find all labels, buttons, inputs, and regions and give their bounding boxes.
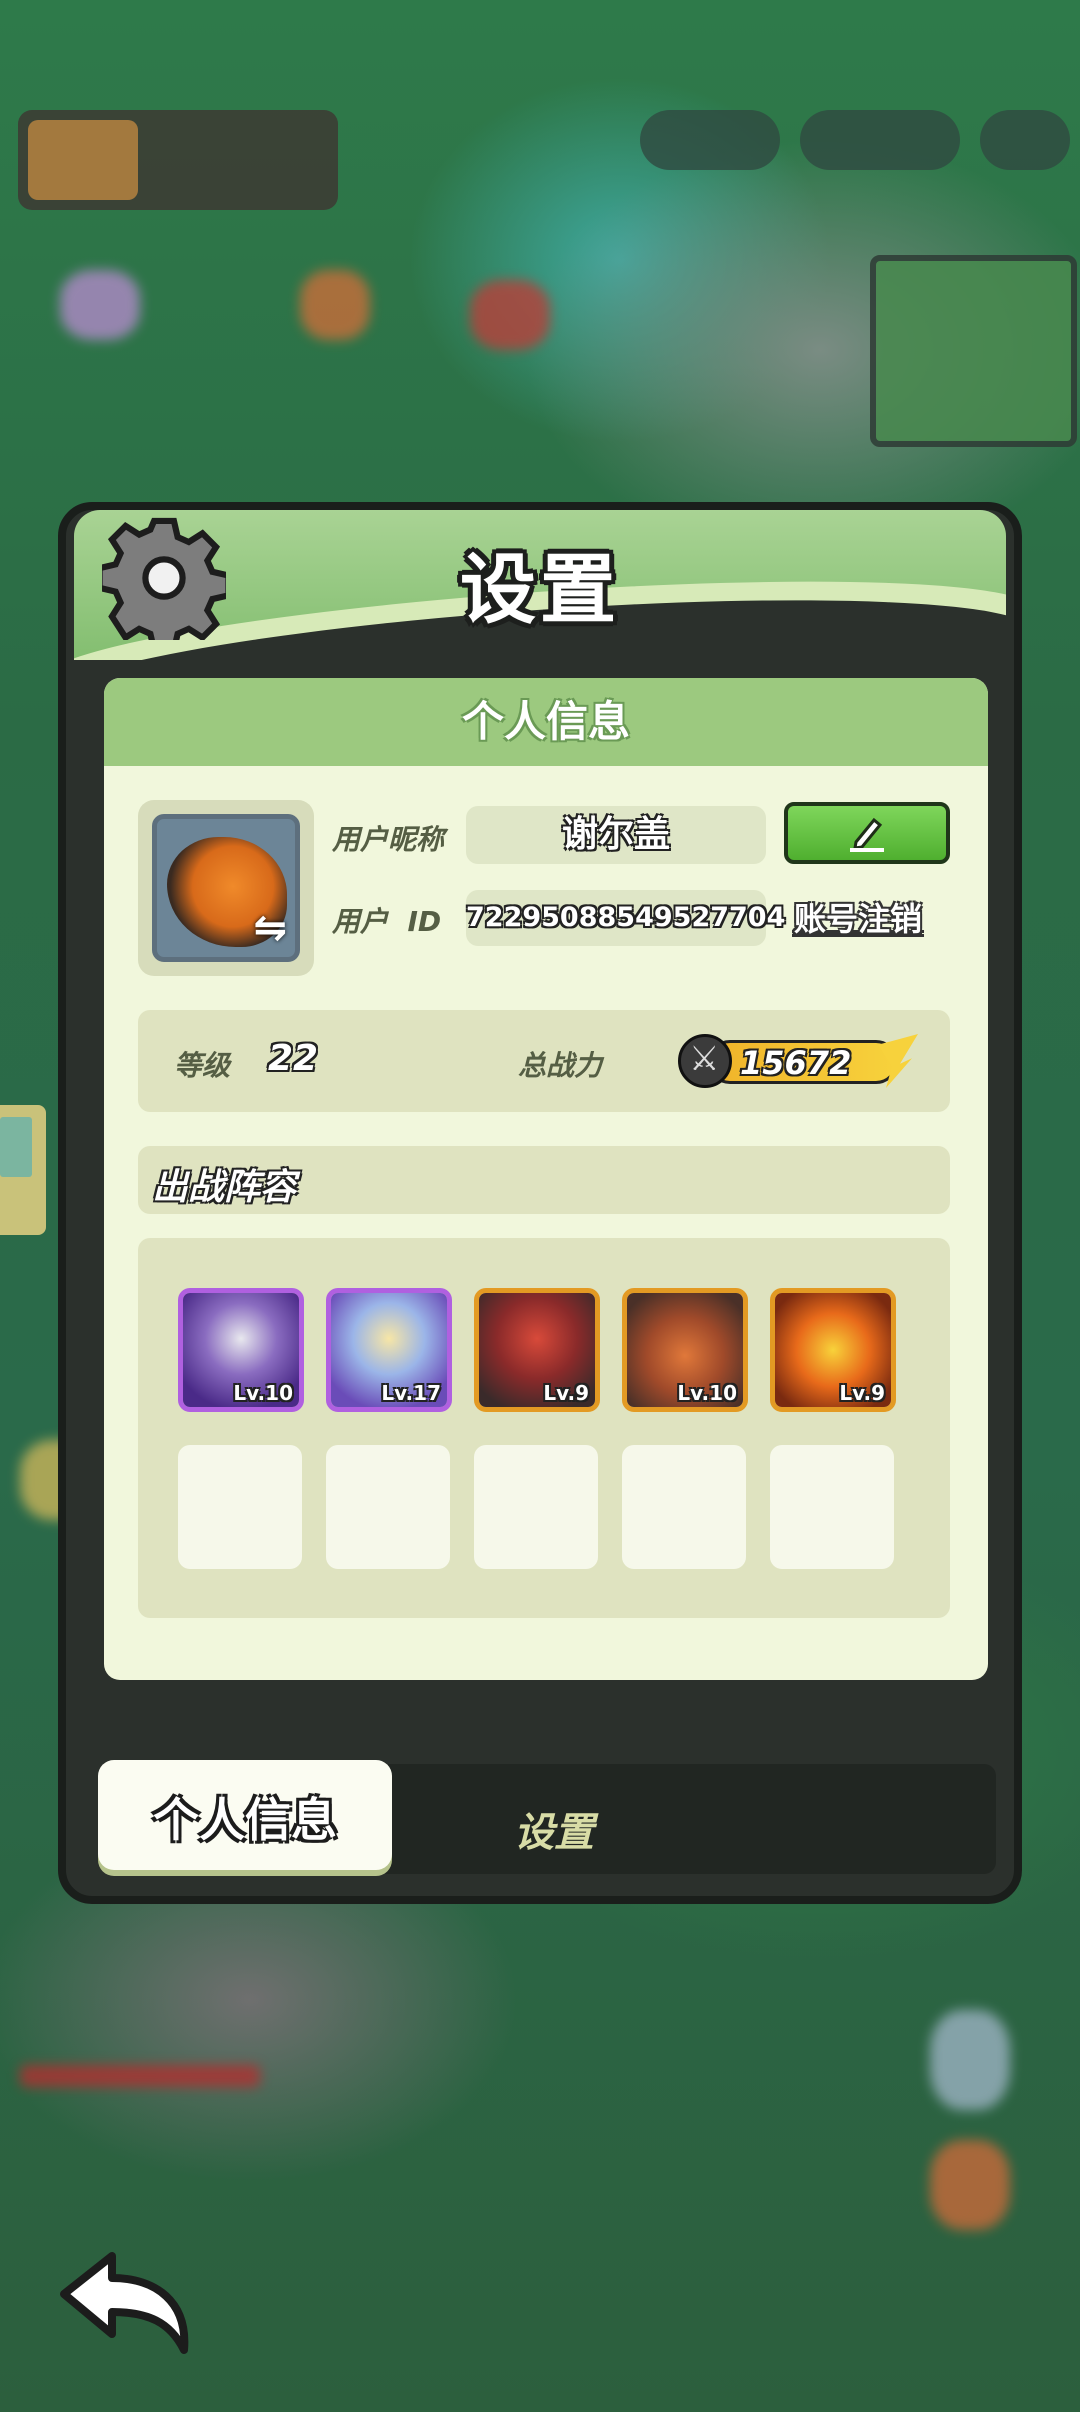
side-tab [0, 1105, 46, 1235]
user-id-label: 用户 ID [332, 905, 442, 938]
crossed-swords-icon [678, 1034, 732, 1088]
avatar[interactable]: ⇋ [152, 814, 300, 962]
settings-dialog: 设置 个人信息 ⇋ 用户昵称 谢尔盖 用户 ID 722950885495277… [58, 502, 1022, 1904]
swap-avatar-icon: ⇋ [253, 905, 287, 951]
empty-slot[interactable] [770, 1445, 894, 1569]
tab-profile[interactable]: 个人信息 [98, 1760, 392, 1870]
empty-slot[interactable] [178, 1445, 302, 1569]
tab-profile-label: 个人信息 [153, 1793, 337, 1847]
user-id-field: 72295088549527704 [466, 890, 785, 946]
hero-level: Lv.9 [839, 1381, 885, 1405]
back-arrow-icon[interactable] [56, 2248, 196, 2358]
hero-card[interactable]: Lv.10 [622, 1288, 748, 1412]
stats-row: 等级 22 总战力 15672 [138, 1010, 950, 1112]
player-bar [18, 110, 338, 210]
level-label: 等级 [174, 1049, 231, 1082]
empty-slot[interactable] [326, 1445, 450, 1569]
empty-slot[interactable] [474, 1445, 598, 1569]
section-title: 个人信息 [104, 678, 988, 766]
hero-card[interactable]: Lv.17 [326, 1288, 452, 1412]
lineup-title: 出战阵容 [152, 1167, 297, 1208]
empty-slot[interactable] [622, 1445, 746, 1569]
resource-counter [980, 110, 1070, 170]
lineup-header: 出战阵容 [138, 1146, 950, 1214]
edit-pencil-icon [850, 817, 884, 852]
hero-card[interactable]: Lv.9 [474, 1288, 600, 1412]
resource-counter [640, 110, 780, 170]
hero-card[interactable]: Lv.10 [178, 1288, 304, 1412]
minimap [870, 255, 1077, 447]
hero-level: Lv.10 [677, 1381, 737, 1405]
profile-panel: 个人信息 ⇋ 用户昵称 谢尔盖 用户 ID 72295088549527704 … [104, 678, 988, 1680]
cancel-account-link[interactable]: 账号注销 [794, 894, 922, 940]
hero-level: Lv.10 [233, 1381, 293, 1405]
hero-level: Lv.9 [543, 1381, 589, 1405]
power-value: 15672 [740, 1044, 852, 1082]
dialog-header: 设置 [74, 510, 1006, 660]
edit-nickname-button[interactable] [784, 802, 950, 864]
power-badge: 15672 [678, 1034, 918, 1088]
hero-card[interactable]: Lv.9 [770, 1288, 896, 1412]
level-value: 22 [268, 1038, 319, 1079]
dialog-title: 设置 [460, 545, 620, 634]
resource-counter [800, 110, 960, 170]
lineup-grid: Lv.10 Lv.17 Lv.9 Lv.10 Lv.9 [138, 1238, 950, 1618]
nickname-field: 谢尔盖 [466, 806, 766, 864]
nickname-label: 用户昵称 [332, 823, 445, 856]
hero-level: Lv.17 [381, 1381, 441, 1405]
tab-settings[interactable]: 设置 [514, 1800, 594, 1858]
avatar-frame[interactable]: ⇋ [138, 800, 314, 976]
power-label: 总战力 [518, 1049, 603, 1082]
